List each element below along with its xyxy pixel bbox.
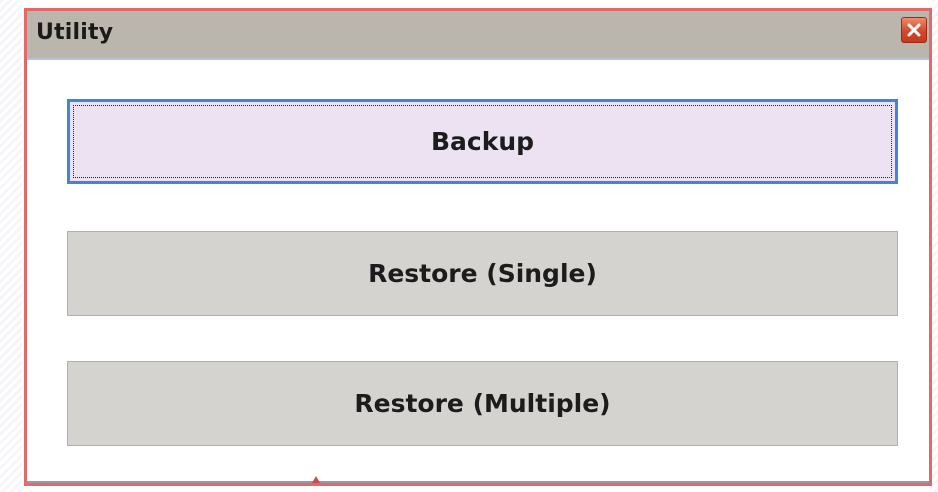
backup-button[interactable]: Backup [67,99,898,184]
restore-multiple-button-label: Restore (Multiple) [354,389,611,418]
window-title: Utility [36,20,114,45]
title-bar[interactable]: Utility [27,11,929,60]
background-edge-right [932,0,938,492]
backup-button-label: Backup [430,127,535,156]
utility-dialog: Utility Backup Restore (Single) Restore … [24,8,932,486]
resize-marker [312,476,320,483]
close-button[interactable] [901,17,927,43]
close-icon [907,23,921,37]
restore-single-button-label: Restore (Single) [368,259,597,288]
screen: Utility Backup Restore (Single) Restore … [0,0,938,492]
restore-single-button[interactable]: Restore (Single) [67,231,898,316]
restore-multiple-button[interactable]: Restore (Multiple) [67,361,898,446]
bottom-divider [27,481,929,483]
background-edge-left [0,0,22,492]
